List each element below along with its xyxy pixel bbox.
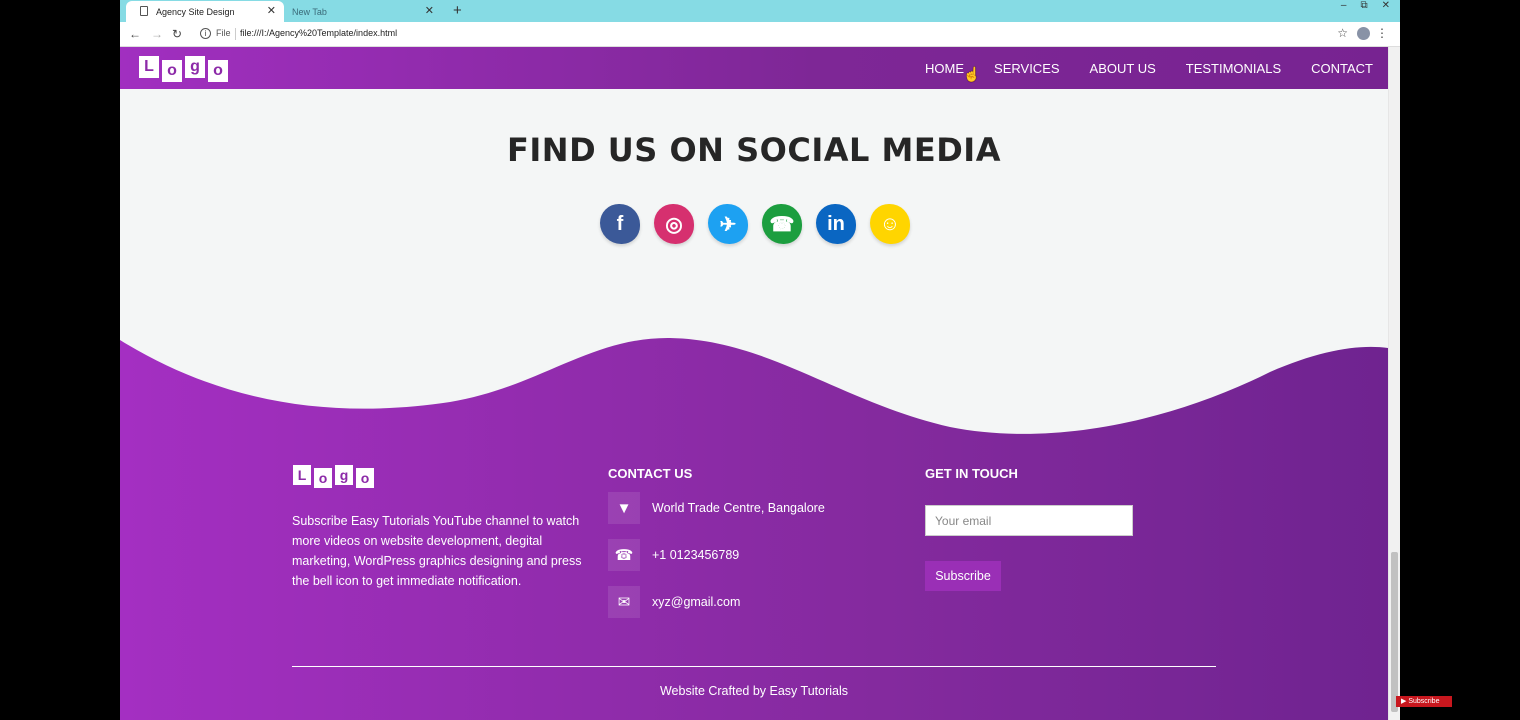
page-scrollbar[interactable]: [1388, 47, 1400, 720]
nav-home[interactable]: HOME: [925, 61, 964, 76]
nav-about-us[interactable]: ABOUT US: [1090, 61, 1156, 76]
twitter-icon[interactable]: ✈: [708, 204, 748, 244]
new-tab-button[interactable]: +: [453, 2, 462, 19]
profile-avatar[interactable]: [1357, 27, 1370, 40]
logo-letter: L: [293, 465, 311, 485]
forward-icon[interactable]: →: [151, 27, 163, 41]
footer-divider: [292, 666, 1216, 667]
tab-title: New Tab: [292, 6, 327, 17]
email-input[interactable]: [925, 505, 1133, 536]
nav-contact[interactable]: CONTACT: [1311, 61, 1373, 76]
info-icon[interactable]: i: [200, 28, 211, 39]
minimize-button[interactable]: –: [1341, 0, 1347, 11]
contact-us-heading: CONTACT US: [608, 466, 693, 481]
footer-about-text: Subscribe Easy Tutorials YouTube channel…: [292, 514, 582, 588]
bookmark-star-icon[interactable]: ☆: [1337, 26, 1348, 40]
logo-letter: o: [208, 60, 228, 82]
contact-email: xyz@gmail.com: [652, 595, 741, 609]
linkedin-icon[interactable]: in: [816, 204, 856, 244]
hand-cursor-icon: ☝: [963, 66, 981, 82]
youtube-subscribe-badge[interactable]: ▶ Subscribe: [1396, 696, 1452, 707]
social-section-title: FIND US ON SOCIAL MEDIA: [507, 131, 1001, 169]
facebook-icon[interactable]: f: [600, 204, 640, 244]
logo-letter: o: [162, 60, 182, 82]
whatsapp-icon[interactable]: ☎: [762, 204, 802, 244]
nav-services[interactable]: SERVICES: [994, 61, 1060, 76]
contact-phone: +1 0123456789: [652, 548, 740, 562]
footer-logo[interactable]: L o g o: [293, 465, 374, 488]
footer: L o g o Subscribe Easy Tutorials YouTube…: [120, 332, 1388, 720]
scheme-label: File: [216, 28, 231, 38]
footer-credit: Website Crafted by Easy Tutorials: [659, 684, 849, 698]
phone-icon: ☎: [608, 539, 640, 571]
tab-title: Agency Site Design: [156, 6, 235, 17]
contact-phone-row: ☎ +1 0123456789: [608, 539, 739, 571]
logo-letter: L: [139, 56, 159, 78]
logo-letter: g: [335, 465, 353, 485]
location-pin-icon: ▼: [608, 492, 640, 524]
scrollbar-thumb[interactable]: [1391, 552, 1398, 712]
get-in-touch-heading: GET IN TOUCH: [925, 466, 1018, 481]
back-icon[interactable]: ←: [129, 27, 141, 41]
tab-close-icon[interactable]: ✕: [425, 4, 434, 17]
page-icon: [140, 6, 148, 16]
logo-letter: o: [314, 468, 332, 488]
site-header: L o g o HOME SERVICES ABOUT US TESTIMONI…: [120, 47, 1388, 89]
contact-address: World Trade Centre, Bangalore: [652, 501, 825, 515]
logo-letter: o: [356, 468, 374, 488]
address-bar[interactable]: file:///I:/Agency%20Template/index.html: [240, 28, 397, 38]
address-toolbar: ← → ↻ i File file:///I:/Agency%20Templat…: [120, 22, 1400, 47]
tab-close-icon[interactable]: ✕: [267, 4, 276, 17]
close-window-button[interactable]: ✕: [1382, 0, 1390, 11]
snapchat-icon[interactable]: ☺: [870, 204, 910, 244]
menu-kebab-icon[interactable]: ⋮: [1376, 26, 1388, 40]
logo-letter: g: [185, 56, 205, 78]
tab-strip: Agency Site Design ✕ New Tab ✕ + – ⧉ ✕: [120, 0, 1400, 22]
address-divider: [235, 28, 236, 40]
contact-address-row: ▼ World Trade Centre, Bangalore: [608, 492, 825, 524]
tab-agency-site-design[interactable]: Agency Site Design ✕: [126, 1, 284, 22]
browser-window: Agency Site Design ✕ New Tab ✕ + – ⧉ ✕ ←…: [120, 0, 1400, 720]
instagram-icon[interactable]: ◎: [654, 204, 694, 244]
nav-testimonials[interactable]: TESTIMONIALS: [1186, 61, 1281, 76]
subscribe-button[interactable]: Subscribe: [925, 561, 1001, 591]
contact-email-row: ✉ xyz@gmail.com: [608, 586, 740, 618]
window-controls: – ⧉ ✕: [1341, 0, 1390, 11]
envelope-icon: ✉: [608, 586, 640, 618]
reload-icon[interactable]: ↻: [172, 27, 182, 41]
tab-new-tab[interactable]: New Tab ✕: [284, 1, 442, 22]
site-logo[interactable]: L o g o: [139, 56, 228, 82]
web-page: L o g o HOME SERVICES ABOUT US TESTIMONI…: [120, 47, 1388, 720]
main-nav: HOME SERVICES ABOUT US TESTIMONIALS CONT…: [925, 61, 1373, 76]
social-icons: f ◎ ✈ ☎ in ☺: [600, 204, 910, 244]
restore-button[interactable]: ⧉: [1360, 0, 1367, 11]
